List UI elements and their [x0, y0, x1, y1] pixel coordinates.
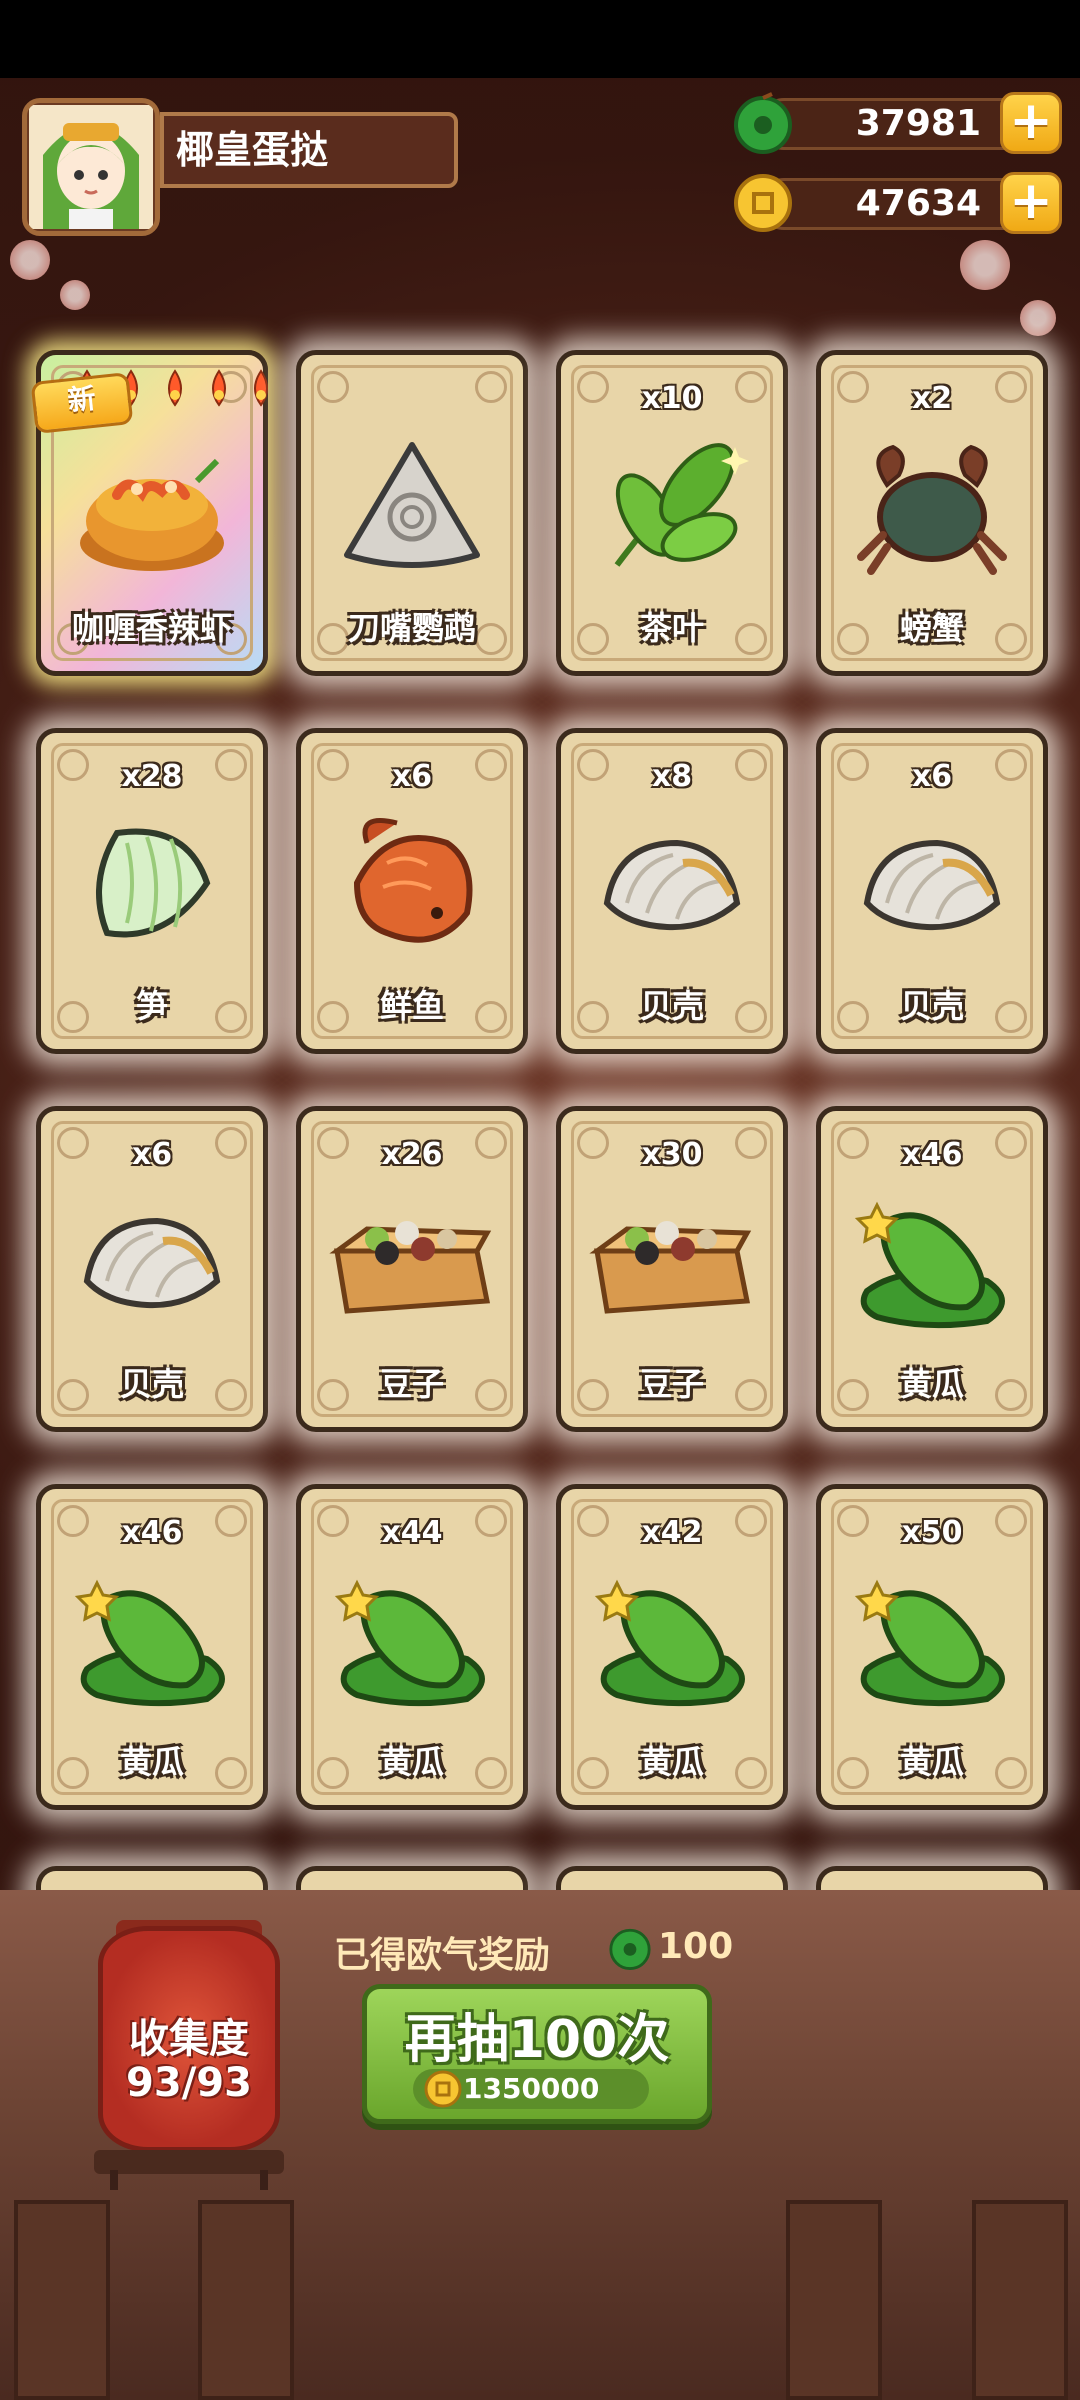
- jade-gem-icon: [734, 92, 792, 154]
- item-card[interactable]: x2 螃蟹: [816, 350, 1048, 676]
- collection-value: 93/93: [126, 2060, 252, 2106]
- coin-currency: 47634 +: [732, 172, 1062, 234]
- add-jade-button[interactable]: +: [1000, 92, 1062, 154]
- item-label: 豆子: [379, 1365, 444, 1403]
- item-card[interactable]: x46 黄瓜: [36, 1484, 268, 1810]
- item-card[interactable]: x26 豆子: [296, 1106, 528, 1432]
- item-count: x10: [641, 381, 703, 416]
- tea-leaf-icon: [587, 425, 757, 585]
- cucumber-icon: [587, 1559, 757, 1719]
- item-label: 贝壳: [119, 1365, 184, 1403]
- item-count: x44: [381, 1515, 443, 1550]
- item-card[interactable]: x28 笋: [36, 728, 268, 1054]
- collection-title: 收集度: [129, 2016, 249, 2062]
- item-label: 黄瓜: [899, 1743, 964, 1781]
- item-count: x46: [121, 1515, 183, 1550]
- item-label: 螃蟹: [899, 609, 964, 647]
- stone-parrot-icon: [327, 425, 497, 585]
- item-count: x6: [911, 759, 953, 794]
- item-label: 豆子: [639, 1365, 704, 1403]
- avatar[interactable]: [22, 98, 160, 236]
- fence-post: [198, 2200, 294, 2400]
- blossom-decoration: [60, 280, 90, 310]
- item-card[interactable]: x42 黄瓜: [556, 1484, 788, 1810]
- item-card[interactable]: 咖喱香辣虾 新: [30, 350, 268, 676]
- reward-amount: 100: [658, 1926, 734, 1967]
- item-count: x26: [381, 1137, 443, 1172]
- bamboo-shoot-icon: [67, 803, 237, 963]
- cucumber-icon: [847, 1181, 1017, 1341]
- item-card[interactable]: x46 黄瓜: [816, 1106, 1048, 1432]
- clam-icon: [587, 803, 757, 963]
- item-label: 咖喱香辣虾: [71, 609, 232, 647]
- beans-box-icon: [587, 1181, 757, 1341]
- jade-gem-icon: [609, 1928, 651, 1970]
- item-count: x50: [901, 1515, 963, 1550]
- item-card[interactable]: x6 鲜鱼: [296, 728, 528, 1054]
- item-label: 黄瓜: [899, 1365, 964, 1403]
- clam-icon: [67, 1181, 237, 1341]
- fish-icon: [327, 803, 497, 963]
- item-card[interactable]: x50 黄瓜: [816, 1484, 1048, 1810]
- cucumber-icon: [847, 1559, 1017, 1719]
- item-card[interactable]: 刀嘴鹦鹉: [296, 350, 528, 676]
- item-card[interactable]: x8 贝壳: [556, 728, 788, 1054]
- item-count: x6: [131, 1137, 173, 1172]
- add-coin-button[interactable]: +: [1000, 172, 1062, 234]
- blossom-decoration: [960, 240, 1010, 290]
- status-bar: [0, 0, 1080, 78]
- item-count: x28: [121, 759, 183, 794]
- swirl-ornament-icon: [317, 371, 349, 403]
- reward-label: 已得欧气奖励: [334, 1935, 551, 1976]
- item-count: x8: [651, 759, 693, 794]
- item-card[interactable]: x6 贝壳: [36, 1106, 268, 1432]
- item-count: x30: [641, 1137, 703, 1172]
- item-label: 茶叶: [639, 609, 704, 647]
- fence-post: [14, 2200, 110, 2400]
- jade-currency: 37981 +: [732, 92, 1062, 154]
- item-label: 刀嘴鹦鹉: [347, 609, 476, 647]
- item-label: 鲜鱼: [379, 987, 444, 1025]
- blossom-decoration: [10, 240, 50, 280]
- item-label: 黄瓜: [379, 1743, 444, 1781]
- item-label: 黄瓜: [119, 1743, 184, 1781]
- item-card[interactable]: x30 豆子: [556, 1106, 788, 1432]
- item-count: x46: [901, 1137, 963, 1172]
- item-label: 贝壳: [639, 987, 704, 1025]
- item-card[interactable]: x44 黄瓜: [296, 1484, 528, 1810]
- lantern-stand: [110, 2170, 268, 2190]
- item-label: 黄瓜: [639, 1743, 704, 1781]
- item-count: x42: [641, 1515, 703, 1550]
- beans-box-icon: [327, 1181, 497, 1341]
- draw-again-button[interactable]: 再抽100次 1350000: [362, 1984, 712, 2124]
- curry-shrimp-icon: [67, 425, 237, 585]
- cucumber-icon: [327, 1559, 497, 1719]
- item-card[interactable]: x6 贝壳: [816, 728, 1048, 1054]
- gold-coin-icon: [734, 174, 792, 232]
- item-count: x6: [391, 759, 433, 794]
- cucumber-icon: [67, 1559, 237, 1719]
- fence-post: [972, 2200, 1068, 2400]
- item-card[interactable]: x10 茶叶: [556, 350, 788, 676]
- crab-icon: [847, 425, 1017, 585]
- draw-again-label: 再抽100次: [404, 2010, 670, 2070]
- gold-coin-icon: [424, 2070, 462, 2108]
- item-label: 贝壳: [899, 987, 964, 1025]
- fence-post: [786, 2200, 882, 2400]
- item-label: 笋: [135, 987, 168, 1025]
- blossom-decoration: [1020, 300, 1056, 336]
- item-count: x2: [911, 381, 953, 416]
- new-badge: 新: [30, 372, 134, 434]
- player-name: 椰皇蛋挞: [160, 112, 458, 188]
- character-portrait-icon: [29, 105, 153, 229]
- swirl-ornament-icon: [475, 371, 507, 403]
- clam-icon: [847, 803, 1017, 963]
